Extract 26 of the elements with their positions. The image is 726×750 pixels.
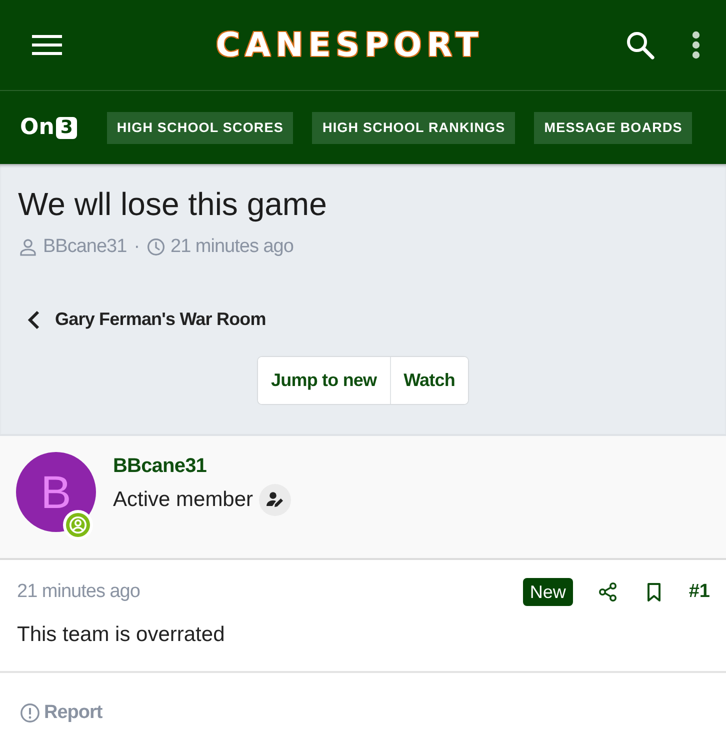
action-button[interactable]: Watch bbox=[390, 357, 468, 404]
thread-time: 21 minutes ago bbox=[170, 236, 294, 258]
menu-icon[interactable] bbox=[32, 34, 62, 56]
alert-circle-icon bbox=[20, 703, 40, 723]
person-pen-icon bbox=[259, 484, 292, 516]
share-icon[interactable] bbox=[598, 582, 618, 602]
separator: · bbox=[132, 236, 141, 258]
person-icon bbox=[19, 238, 37, 256]
member-name[interactable]: BBcane31 bbox=[113, 454, 207, 478]
chevron-left-icon bbox=[27, 310, 41, 330]
logo-badge[interactable]: 3 bbox=[56, 116, 77, 138]
site-logo[interactable]: CANESPORT bbox=[216, 26, 484, 64]
breadcrumb-link[interactable]: Gary Ferman's War Room bbox=[27, 309, 266, 330]
post-time: 21 minutes ago bbox=[17, 581, 140, 603]
clock-icon bbox=[146, 238, 165, 256]
post-body: This team is overrated bbox=[17, 623, 225, 647]
nav-link[interactable]: HIGH SCHOOL RANKINGS bbox=[312, 112, 516, 144]
thread-title: We wll lose this game bbox=[18, 185, 328, 223]
search-icon[interactable] bbox=[625, 30, 655, 60]
more-icon[interactable] bbox=[692, 31, 700, 59]
logo-text[interactable]: On bbox=[20, 116, 54, 138]
new-label: New bbox=[522, 578, 573, 606]
post-number-link[interactable]: #1 bbox=[688, 581, 710, 603]
nav-link[interactable]: MESSAGE BOARDS bbox=[534, 112, 692, 144]
nav-link[interactable]: HIGH SCHOOL SCORES bbox=[106, 112, 294, 144]
member-role: Active member bbox=[113, 488, 254, 512]
